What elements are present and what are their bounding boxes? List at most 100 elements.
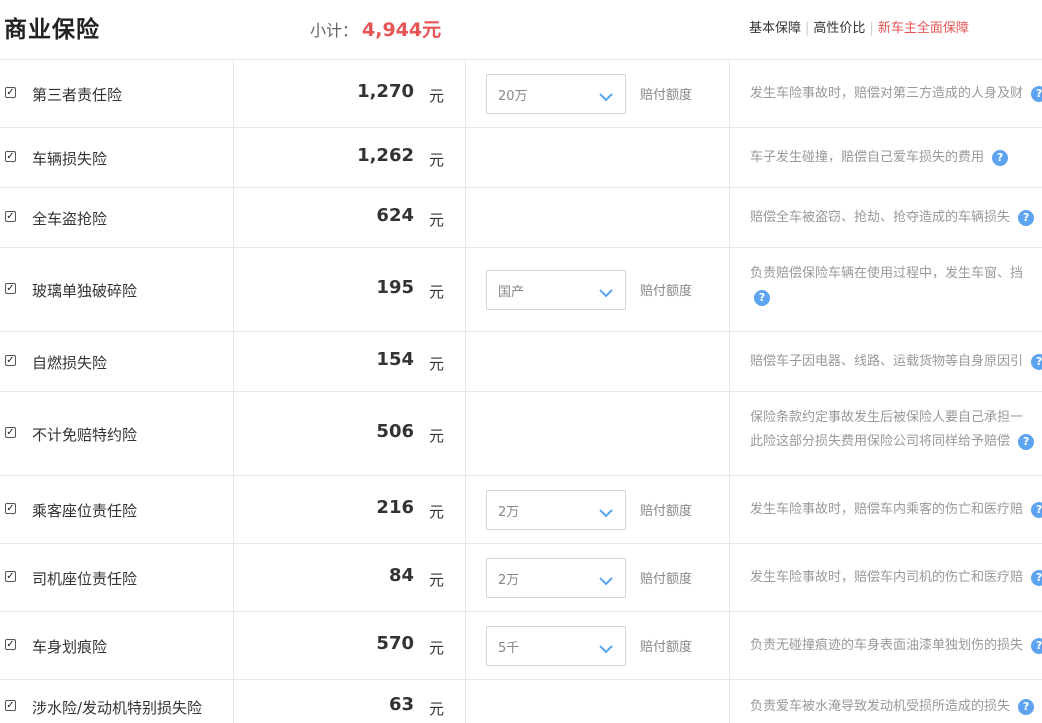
column-divider — [729, 128, 730, 187]
help-icon[interactable]: ? — [992, 149, 1009, 166]
insurance-price: 154 — [376, 349, 414, 370]
insurance-checkbox[interactable]: ✓ — [5, 355, 16, 366]
description-line: 发生车险事故时，赔偿车内司机的伤亡和医疗赔 — [750, 570, 1024, 585]
chevron-down-icon — [599, 88, 613, 102]
table-row: ✓ 玻璃单独破碎险 195 元 国产 赔付额度 负责赔偿保险车辆在使用过程中，发生车窗、挡? — [0, 248, 1042, 332]
insurance-price: 84 — [388, 565, 414, 586]
help-icon[interactable]: ? — [1031, 637, 1042, 654]
column-divider — [233, 392, 234, 475]
description-line: 负责爱车被水淹导致发动机受损所造成的损失 — [750, 699, 1011, 714]
description-line: 赔偿全车被盗窃、抢劫、抢夺造成的车辆损失 — [750, 210, 1011, 225]
description-line: 车子发生碰撞，赔偿自己爱车损失的费用 — [750, 150, 985, 165]
column-divider — [465, 60, 466, 127]
column-divider — [729, 476, 730, 543]
column-divider — [233, 60, 234, 127]
column-divider — [465, 544, 466, 611]
table-row: ✓ 全车盗抢险 624 元 赔偿全车被盗窃、抢劫、抢夺造成的车辆损失? — [0, 188, 1042, 248]
insurance-price: 1,270 — [357, 81, 414, 102]
page-title: 商业保险 — [4, 17, 100, 43]
coverage-select[interactable]: 2万 — [486, 490, 626, 530]
insurance-price: 195 — [376, 277, 414, 298]
tab-new-owner[interactable]: 新车主全面保障 — [878, 21, 969, 36]
price-unit: 元 — [429, 639, 445, 657]
coverage-select-value: 5千 — [498, 641, 520, 656]
table-row: ✓ 自燃损失险 154 元 赔偿车子因电器、线路、运载货物等自身原因引? — [0, 332, 1042, 392]
column-divider — [729, 188, 730, 247]
insurance-price: 216 — [376, 497, 414, 518]
insurance-name: 不计免赔特约险 — [32, 426, 138, 444]
help-icon[interactable]: ? — [1018, 433, 1035, 450]
description-line: 保险条款约定事故发生后被保险人要自己承担一 — [750, 410, 1024, 425]
help-icon[interactable]: ? — [1031, 569, 1042, 586]
description-line: 负责无碰撞痕迹的车身表面油漆单独划伤的损失 — [750, 638, 1024, 653]
insurance-name: 玻璃单独破碎险 — [32, 282, 138, 300]
tab-value[interactable]: 高性价比 — [813, 21, 865, 36]
price-unit: 元 — [429, 87, 445, 105]
insurance-name: 全车盗抢险 — [32, 210, 108, 228]
coverage-select[interactable]: 2万 — [486, 558, 626, 598]
chevron-down-icon — [599, 284, 613, 298]
chevron-down-icon — [599, 504, 613, 518]
column-divider — [465, 612, 466, 679]
column-divider — [233, 544, 234, 611]
insurance-checkbox[interactable]: ✓ — [5, 427, 16, 438]
column-divider — [729, 680, 730, 723]
insurance-checkbox[interactable]: ✓ — [5, 211, 16, 222]
coverage-select-value: 2万 — [498, 505, 520, 520]
insurance-checkbox[interactable]: ✓ — [5, 571, 16, 582]
plan-tabs: 基本保障 | 高性价比 | 新车主全面保障 — [749, 21, 969, 36]
coverage-amount-label: 赔付额度 — [640, 504, 693, 519]
help-icon[interactable]: ? — [1031, 353, 1042, 370]
insurance-price: 570 — [376, 633, 414, 654]
insurance-checkbox[interactable]: ✓ — [5, 503, 16, 514]
insurance-price: 1,262 — [357, 145, 414, 166]
insurance-price: 624 — [376, 205, 414, 226]
coverage-select[interactable]: 20万 — [486, 74, 626, 114]
insurance-name: 车辆损失险 — [32, 150, 108, 168]
column-divider — [729, 332, 730, 391]
help-icon[interactable]: ? — [1018, 698, 1035, 715]
insurance-price: 506 — [376, 421, 414, 442]
header: 商业保险 小计： 4,944元 基本保障 | 高性价比 | 新车主全面保障 — [0, 0, 1042, 60]
description-line: 发生车险事故时，赔偿对第三方造成的人身及财 — [750, 86, 1024, 101]
column-divider — [729, 612, 730, 679]
description-line: 负责赔偿保险车辆在使用过程中，发生车窗、挡 — [750, 266, 1024, 281]
insurance-name: 第三者责任险 — [32, 86, 123, 104]
insurance-checkbox[interactable]: ✓ — [5, 151, 16, 162]
column-divider — [465, 476, 466, 543]
help-icon[interactable]: ? — [1031, 85, 1042, 102]
insurance-checkbox[interactable]: ✓ — [5, 87, 16, 98]
insurance-checkbox[interactable]: ✓ — [5, 700, 16, 711]
column-divider — [729, 60, 730, 127]
coverage-select[interactable]: 5千 — [486, 626, 626, 666]
insurance-checkbox[interactable]: ✓ — [5, 283, 16, 294]
tab-basic[interactable]: 基本保障 — [749, 21, 801, 36]
column-divider — [465, 392, 466, 475]
price-unit: 元 — [429, 427, 445, 445]
coverage-select-value: 2万 — [498, 573, 520, 588]
column-divider — [233, 248, 234, 331]
column-divider — [233, 680, 234, 723]
column-divider — [465, 188, 466, 247]
chevron-down-icon — [599, 572, 613, 586]
column-divider — [465, 332, 466, 391]
column-divider — [465, 248, 466, 331]
table-row: ✓ 涉水险/发动机特别损失险 63 元 负责爱车被水淹导致发动机受损所造成的损失? — [0, 680, 1042, 723]
help-icon[interactable]: ? — [754, 289, 770, 306]
coverage-amount-label: 赔付额度 — [640, 284, 693, 299]
coverage-amount-label: 赔付额度 — [640, 640, 693, 655]
column-divider — [233, 188, 234, 247]
column-divider — [729, 544, 730, 611]
description-line: 赔偿车子因电器、线路、运载货物等自身原因引 — [750, 354, 1024, 369]
insurance-description: 负责无碰撞痕迹的车身表面油漆单独划伤的损失? — [750, 634, 1042, 658]
insurance-checkbox[interactable]: ✓ — [5, 639, 16, 650]
insurance-name: 自燃损失险 — [32, 354, 108, 372]
subtotal: 小计： 4,944元 — [310, 15, 441, 42]
help-icon[interactable]: ? — [1018, 209, 1035, 226]
column-divider — [233, 332, 234, 391]
coverage-select[interactable]: 国产 — [486, 270, 626, 310]
subtotal-label: 小计： — [310, 21, 359, 40]
subtotal-value: 4,944元 — [362, 19, 442, 41]
insurance-list: ✓ 第三者责任险 1,270 元 20万赔付额度 发生车险事故时，赔偿对第三方造成的人身及… — [0, 60, 1042, 723]
help-icon[interactable]: ? — [1031, 501, 1042, 518]
